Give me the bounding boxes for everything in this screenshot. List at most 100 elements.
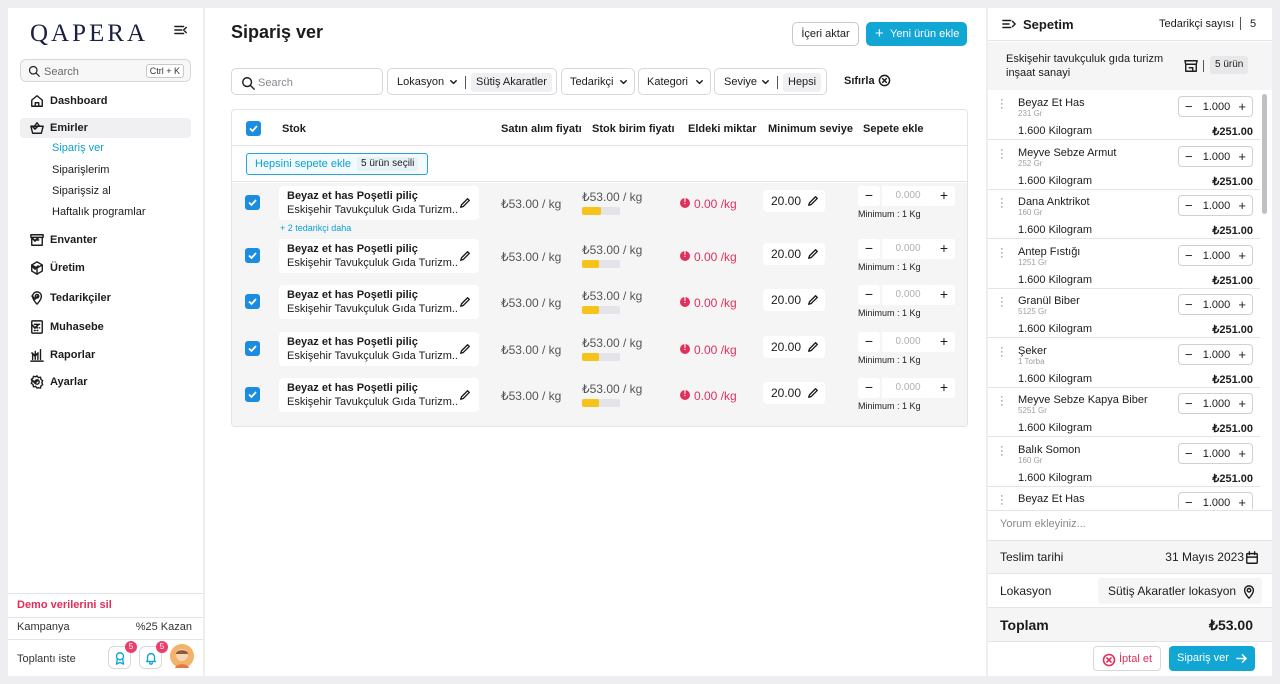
pencil-icon[interactable]: [807, 195, 819, 207]
decrement-button[interactable]: −: [1185, 248, 1193, 263]
decrement-button[interactable]: −: [858, 378, 880, 398]
quantity-input[interactable]: 0.000: [882, 239, 934, 259]
more-vertical-icon[interactable]: · · ·: [1000, 293, 1004, 312]
list-collapse-icon[interactable]: [1002, 17, 1016, 31]
increment-button[interactable]: +: [1238, 198, 1246, 213]
campaign-value[interactable]: %25 Kazan: [136, 621, 192, 633]
decrement-button[interactable]: −: [1185, 396, 1193, 411]
notification-button[interactable]: 5: [139, 641, 168, 669]
quantity-value[interactable]: 1.000: [1199, 101, 1234, 113]
increment-button[interactable]: +: [1238, 149, 1246, 164]
row-checkbox[interactable]: [245, 248, 260, 263]
decrement-button[interactable]: −: [1185, 495, 1193, 509]
close-circle-icon[interactable]: [878, 74, 891, 87]
row-checkbox[interactable]: [245, 387, 260, 402]
min-level-field[interactable]: 20.00: [763, 382, 825, 404]
decrement-button[interactable]: −: [858, 239, 880, 259]
subnav-siparislerim[interactable]: Siparişlerim: [52, 164, 109, 176]
decrement-button[interactable]: −: [1185, 297, 1193, 312]
min-level-field[interactable]: 20.00: [763, 289, 825, 311]
increment-button[interactable]: +: [933, 285, 955, 305]
min-level-field[interactable]: 20.00: [763, 336, 825, 358]
avatar[interactable]: [170, 644, 194, 668]
nav-ayarlar[interactable]: Ayarlar: [20, 372, 191, 392]
search-input[interactable]: Search: [231, 68, 383, 95]
add-all-to-cart-button[interactable]: Hepsini sepete ekle 5 ürün seçili: [246, 153, 428, 175]
quantity-input[interactable]: 0.000: [882, 332, 934, 352]
pencil-icon[interactable]: [459, 389, 471, 401]
row-checkbox[interactable]: [245, 195, 260, 210]
increment-button[interactable]: +: [1238, 446, 1246, 461]
more-vertical-icon[interactable]: · · ·: [1000, 491, 1004, 510]
subnav-siparis-ver[interactable]: Sipariş ver: [52, 142, 104, 154]
pencil-icon[interactable]: [459, 343, 471, 355]
product-card[interactable]: Beyaz et has Poşetli piliç Eskişehir Tavu…: [279, 285, 479, 319]
product-card[interactable]: Beyaz et has Poşetli piliç Eskişehir Tavu…: [279, 378, 479, 412]
quantity-value[interactable]: 1.000: [1199, 151, 1234, 163]
nav-raporlar[interactable]: Raporlar: [20, 345, 191, 365]
pencil-icon[interactable]: [807, 248, 819, 260]
product-card[interactable]: Beyaz et has Poşetli piliç Eskişehir Tavu…: [279, 239, 479, 273]
quantity-value[interactable]: 1.000: [1199, 299, 1234, 311]
more-vertical-icon[interactable]: · · ·: [1000, 342, 1004, 361]
increment-button[interactable]: +: [933, 378, 955, 398]
increment-button[interactable]: +: [1238, 347, 1246, 362]
quantity-input[interactable]: 0.000: [882, 378, 934, 398]
decrement-button[interactable]: −: [1185, 446, 1193, 461]
nav-uretim[interactable]: Üretim: [20, 258, 191, 278]
decrement-button[interactable]: −: [1185, 149, 1193, 164]
quantity-value[interactable]: 1.000: [1199, 448, 1234, 460]
cancel-button[interactable]: İptal et: [1093, 646, 1161, 671]
cart-scrollbar[interactable]: [1262, 94, 1267, 214]
quantity-value[interactable]: 1.000: [1199, 398, 1234, 410]
increment-button[interactable]: +: [933, 186, 955, 206]
increment-button[interactable]: +: [1238, 99, 1246, 114]
more-vertical-icon[interactable]: · · ·: [1000, 392, 1004, 411]
row-checkbox[interactable]: [245, 294, 260, 309]
comment-input[interactable]: Yorum ekleyiniz...: [988, 510, 1272, 540]
more-vertical-icon[interactable]: · · ·: [1000, 144, 1004, 163]
decrement-button[interactable]: −: [858, 332, 880, 352]
supplier-filter[interactable]: Tedarikçi: [561, 68, 635, 95]
delivery-date-row[interactable]: Teslim tarihi 31 Mayıs 2023: [988, 540, 1272, 573]
delete-demo-data-link[interactable]: Demo verilerini sil: [17, 599, 112, 611]
increment-button[interactable]: +: [1238, 248, 1246, 263]
quantity-input[interactable]: 0.000: [882, 186, 934, 206]
subnav-siparissiz-al[interactable]: Siparişsiz al: [52, 185, 111, 197]
increment-button[interactable]: +: [1238, 495, 1246, 509]
product-card[interactable]: Beyaz et has Poşetli piliç Eskişehir Tavu…: [279, 332, 479, 366]
nav-tedarikciler[interactable]: Tedarikçiler: [20, 288, 191, 308]
pencil-icon[interactable]: [459, 197, 471, 209]
min-level-field[interactable]: 20.00: [763, 190, 825, 212]
quantity-input[interactable]: 0.000: [882, 285, 934, 305]
subnav-haftalik-programlar[interactable]: Haftalık programlar: [52, 206, 146, 218]
more-vertical-icon[interactable]: · · ·: [1000, 95, 1004, 114]
increment-button[interactable]: +: [933, 239, 955, 259]
new-product-button[interactable]: + Yeni ürün ekle: [866, 22, 967, 46]
quantity-value[interactable]: 1.000: [1199, 200, 1234, 212]
increment-button[interactable]: +: [1238, 396, 1246, 411]
nav-muhasebe[interactable]: Muhasebe: [20, 317, 191, 337]
sidebar-search[interactable]: Search Ctrl + K: [20, 59, 191, 82]
pencil-icon[interactable]: [807, 387, 819, 399]
decrement-button[interactable]: −: [1185, 99, 1193, 114]
min-level-field[interactable]: 20.00: [763, 243, 825, 265]
category-filter[interactable]: Kategori: [638, 68, 711, 95]
cart-location-select[interactable]: Sütiş Akaratler lokasyon: [1098, 578, 1262, 604]
product-card[interactable]: Beyaz et has Poşetli piliç Eskişehir Tavu…: [279, 186, 479, 220]
nav-dashboard[interactable]: Dashboard: [20, 91, 191, 111]
decrement-button[interactable]: −: [1185, 347, 1193, 362]
quantity-value[interactable]: 1.000: [1199, 250, 1234, 262]
nav-envanter[interactable]: Envanter: [20, 230, 191, 250]
quantity-value[interactable]: 1.000: [1199, 497, 1234, 509]
more-vertical-icon[interactable]: · · ·: [1000, 243, 1004, 262]
location-filter[interactable]: Lokasyon Sütiş Akaratler: [387, 68, 557, 95]
decrement-button[interactable]: −: [1185, 198, 1193, 213]
sidebar-collapse-icon[interactable]: [174, 23, 188, 37]
more-vertical-icon[interactable]: · · ·: [1000, 441, 1004, 460]
place-order-button[interactable]: Sipariş ver: [1169, 646, 1255, 671]
decrement-button[interactable]: −: [858, 186, 880, 206]
pencil-icon[interactable]: [459, 250, 471, 262]
quantity-value[interactable]: 1.000: [1199, 349, 1234, 361]
level-filter[interactable]: Seviye Hepsi: [714, 68, 827, 95]
